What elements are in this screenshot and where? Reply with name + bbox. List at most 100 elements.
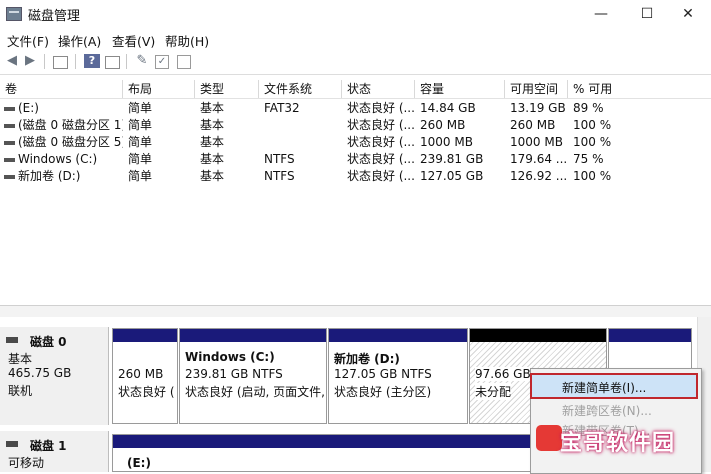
table-cell: 179.64 ... <box>510 152 568 166</box>
partition-system-reserved[interactable]: 260 MB 状态良好 ( <box>112 328 178 424</box>
partition-c[interactable]: Windows (C:) 239.81 GB NTFS 状态良好 (启动, 页面… <box>179 328 327 424</box>
table-cell: 13.19 GB <box>510 101 566 115</box>
disk-status: 联机 <box>8 384 33 398</box>
menu-action[interactable]: 操作(A) <box>58 31 101 50</box>
partition-bar <box>180 329 326 342</box>
maximize-button[interactable]: ☐ <box>624 2 670 26</box>
column-capacity[interactable]: 容量 <box>415 80 505 98</box>
table-cell: 100 % <box>573 118 612 132</box>
partition-title: 新加卷 (D:) <box>334 352 400 366</box>
partition-title: (E:) <box>127 456 151 470</box>
menu-file[interactable]: 文件(F) <box>7 31 49 50</box>
volume-icon <box>4 107 15 111</box>
column-free-space[interactable]: 可用空间 <box>505 80 568 98</box>
help-icon[interactable]: ? <box>84 54 100 68</box>
table-cell: 基本 <box>200 135 225 149</box>
table-cell: 状态良好 (... <box>347 101 415 115</box>
volume-table-header: 卷 布局 类型 文件系统 状态 容量 可用空间 % 可用 <box>0 78 711 99</box>
watermark-logo <box>536 425 562 451</box>
table-cell: 1000 MB <box>510 135 563 149</box>
table-cell: 260 MB <box>420 118 466 132</box>
table-cell: NTFS <box>264 169 295 183</box>
table-cell: 89 % <box>573 101 604 115</box>
table-row[interactable]: (磁盘 0 磁盘分区 5) 简单 基本 状态良好 (... 1000 MB 1000 MB… <box>0 134 711 151</box>
console-tree-icon[interactable] <box>53 56 68 69</box>
volume-icon <box>4 175 15 179</box>
menu-view[interactable]: 查看(V) <box>112 31 155 50</box>
table-cell: 简单 <box>128 169 153 183</box>
partition-size: 97.66 GB <box>475 367 531 381</box>
disk-icon <box>6 441 18 447</box>
toolbar-divider <box>44 54 45 69</box>
table-cell: 状态良好 (... <box>347 118 415 132</box>
menu-help[interactable]: 帮助(H) <box>165 31 209 50</box>
table-row[interactable]: (E:) 简单 基本 FAT32 状态良好 (... 14.84 GB 13.19 GB 89… <box>0 100 711 117</box>
disk-management-icon <box>6 7 22 21</box>
back-arrow-icon[interactable]: ◀ <box>4 54 20 68</box>
menu-new-spanned-volume[interactable]: 新建跨区卷(N)... <box>562 402 652 419</box>
partition-size: 260 MB <box>118 367 164 381</box>
export-icon[interactable] <box>177 55 191 69</box>
table-cell: 基本 <box>200 169 225 183</box>
column-status[interactable]: 状态 <box>342 80 415 98</box>
column-type[interactable]: 类型 <box>195 80 259 98</box>
partition-size: 127.05 GB NTFS <box>334 367 432 381</box>
table-cell: (E:) <box>18 101 39 115</box>
table-cell: 239.81 GB <box>420 152 484 166</box>
volume-icon <box>4 124 15 128</box>
partition-bar <box>470 329 606 342</box>
table-cell: 新加卷 (D:) <box>18 169 81 183</box>
toolbar-divider <box>75 54 76 69</box>
properties-icon[interactable] <box>105 56 120 69</box>
table-row[interactable]: (磁盘 0 磁盘分区 1) 简单 基本 状态良好 (... 260 MB 260 MB 10… <box>0 117 711 134</box>
toolbar-divider <box>126 54 127 69</box>
check-icon[interactable]: ✓ <box>155 55 169 69</box>
table-cell: 基本 <box>200 101 225 115</box>
disk-1-label[interactable]: 磁盘 1 可移动 <box>0 431 109 472</box>
table-row[interactable]: 新加卷 (D:) 简单 基本 NTFS 状态良好 (... 127.05 GB 126.92… <box>0 168 711 185</box>
column-percent-free[interactable]: % 可用 <box>568 80 711 98</box>
volume-icon <box>4 158 15 162</box>
table-cell <box>264 117 342 134</box>
partition-status: 状态良好 ( <box>118 385 175 399</box>
connect-icon[interactable]: ✎ <box>134 54 150 68</box>
window-title: 磁盘管理 <box>28 9 81 24</box>
table-cell: 简单 <box>128 101 153 115</box>
partition-bar <box>609 329 691 342</box>
table-cell: (磁盘 0 磁盘分区 1) <box>18 118 123 132</box>
table-cell: 简单 <box>128 152 153 166</box>
table-cell: 100 % <box>573 135 612 149</box>
disk-size: 465.75 GB <box>8 366 72 380</box>
partition-bar <box>329 329 467 342</box>
partition-d[interactable]: 新加卷 (D:) 127.05 GB NTFS 状态良好 (主分区) <box>328 328 468 424</box>
partition-title: Windows (C:) <box>185 350 275 364</box>
partition-size: 239.81 GB NTFS <box>185 367 283 381</box>
column-filesystem[interactable]: 文件系统 <box>259 80 342 98</box>
close-button[interactable]: ✕ <box>665 2 711 26</box>
table-cell: FAT32 <box>264 101 300 115</box>
minimize-button[interactable]: — <box>578 2 624 26</box>
partition-status: 状态良好 (启动, 页面文件, <box>185 385 325 399</box>
table-cell <box>264 134 342 151</box>
column-layout[interactable]: 布局 <box>123 80 195 98</box>
title-bar: 磁盘管理 — ☐ ✕ <box>0 0 711 28</box>
column-volume[interactable]: 卷 <box>0 80 123 98</box>
menu-new-simple-volume[interactable]: 新建简单卷(I)... <box>562 379 646 396</box>
disk-name: 磁盘 0 <box>30 335 67 349</box>
table-row[interactable]: Windows (C:) 简单 基本 NTFS 状态良好 (... 239.81 GB 17… <box>0 151 711 168</box>
table-cell: 126.92 ... <box>510 169 568 183</box>
forward-arrow-icon[interactable]: ▶ <box>22 54 38 68</box>
table-cell: 状态良好 (... <box>347 169 415 183</box>
table-cell: 75 % <box>573 152 604 166</box>
table-cell: 260 MB <box>510 118 556 132</box>
table-cell: (磁盘 0 磁盘分区 5) <box>18 135 123 149</box>
disk-0-label[interactable]: 磁盘 0 基本 465.75 GB 联机 <box>0 327 109 425</box>
disk-name: 磁盘 1 <box>30 439 67 453</box>
partition-status: 未分配 <box>475 383 512 400</box>
table-cell: 简单 <box>128 135 153 149</box>
table-cell: 1000 MB <box>420 135 473 149</box>
table-cell: Windows (C:) <box>18 152 98 166</box>
toolbar: ◀ ▶ ? ✎ ✓ <box>0 50 711 75</box>
disk-type: 基本 <box>8 352 33 366</box>
disk-icon <box>6 337 18 343</box>
